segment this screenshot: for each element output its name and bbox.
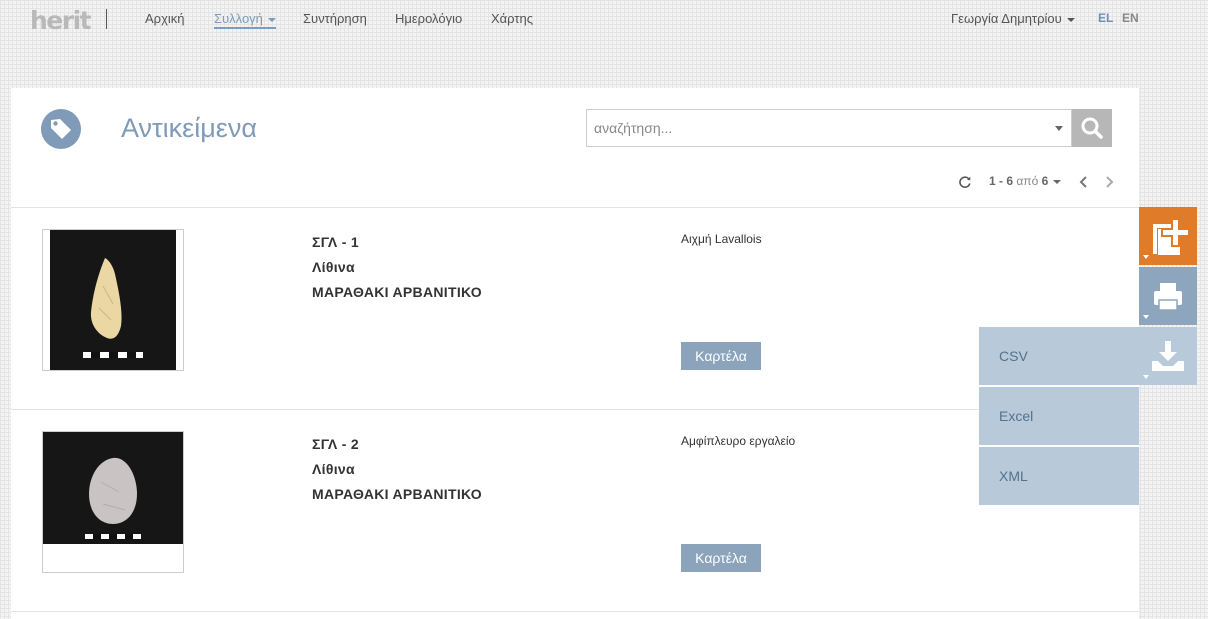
item-description: Αμφίπλευρο εργαλείο [681, 434, 796, 448]
search-button[interactable] [1072, 109, 1112, 147]
export-excel-option[interactable]: Excel [979, 387, 1139, 445]
user-menu[interactable]: Γεωργία Δημητρίου [951, 11, 1075, 26]
nav-item-collection[interactable]: Συλλογή [214, 11, 276, 29]
item-photo [50, 230, 176, 370]
tag-icon [41, 109, 81, 149]
list-item: ΣΓΛ - 2 Λίθινα ΜΑΡΑΘΑΚΙ ΑΡΒΑΝΙΤΙΚΟ Αμφίπ… [11, 410, 1139, 611]
item-site: ΜΑΡΑΘΑΚΙ ΑΡΒΑΝΙΤΙΚΟ [312, 486, 482, 502]
search-input[interactable] [587, 110, 1037, 146]
next-page-icon[interactable] [1104, 176, 1114, 188]
lang-el-link[interactable]: EL [1098, 11, 1113, 25]
pager-of: από [1016, 174, 1039, 188]
add-button[interactable] [1139, 207, 1197, 265]
chevron-down-icon [1143, 255, 1149, 259]
search-dropdown-icon[interactable] [1055, 126, 1063, 131]
prev-page-icon[interactable] [1079, 176, 1089, 188]
nav-item-calendar[interactable]: Ημερολόγιο [395, 11, 462, 26]
card-button[interactable]: Καρτέλα [681, 342, 761, 370]
item-category: Λίθινα [312, 259, 355, 275]
logo-divider [106, 9, 107, 29]
pager-range[interactable]: 1 - 6 από 6 [989, 174, 1062, 188]
chevron-down-icon [1143, 375, 1149, 379]
chevron-down-icon [1143, 315, 1149, 319]
list-item: ΣΓΛ - 1 Λίθινα ΜΑΡΑΘΑΚΙ ΑΡΒΑΝΙΤΙΚΟ Αιχμή… [11, 208, 1139, 409]
nav-item-conservation[interactable]: Συντήρηση [303, 11, 367, 26]
item-code[interactable]: ΣΓΛ - 2 [312, 432, 482, 457]
search-icon [1081, 117, 1103, 139]
pager-range-value: 1 - 6 [989, 174, 1014, 188]
item-category: Λίθινα [312, 461, 355, 477]
card-button[interactable]: Καρτέλα [681, 544, 761, 572]
divider [11, 611, 1139, 612]
chevron-down-icon [1066, 17, 1075, 22]
chevron-down-icon [1053, 179, 1062, 184]
nav-item-collection-label: Συλλογή [214, 11, 263, 26]
export-button[interactable] [1139, 327, 1197, 385]
herit-logo[interactable]: herit [30, 6, 92, 35]
refresh-icon[interactable] [958, 175, 972, 189]
item-code[interactable]: ΣΓΛ - 1 [312, 230, 482, 255]
pager-total: 6 [1041, 174, 1049, 188]
item-meta: ΣΓΛ - 1 Λίθινα ΜΑΡΑΘΑΚΙ ΑΡΒΑΝΙΤΙΚΟ [312, 230, 482, 305]
export-csv-option[interactable]: CSV [979, 327, 1139, 385]
nav-item-home[interactable]: Αρχική [145, 11, 185, 26]
chevron-down-icon [267, 17, 276, 22]
item-meta: ΣΓΛ - 2 Λίθινα ΜΑΡΑΘΑΚΙ ΑΡΒΑΝΙΤΙΚΟ [312, 432, 482, 507]
lang-en-link[interactable]: EN [1122, 11, 1139, 25]
item-description: Αιχμή Lavallois [681, 232, 762, 246]
search-box [586, 109, 1072, 147]
user-name: Γεωργία Δημητρίου [951, 11, 1062, 26]
item-site: ΜΑΡΑΘΑΚΙ ΑΡΒΑΝΙΤΙΚΟ [312, 284, 482, 300]
item-thumbnail[interactable] [42, 229, 184, 371]
page-title: Αντικείμενα [121, 113, 257, 143]
item-photo [43, 432, 183, 544]
item-thumbnail[interactable] [42, 431, 184, 573]
main-panel: Αντικείμενα 1 - 6 από 6 [11, 88, 1139, 619]
print-button[interactable] [1139, 267, 1197, 325]
export-xml-option[interactable]: XML [979, 447, 1139, 505]
top-navbar: herit Αρχική Συλλογή Συντήρηση Ημερολόγι… [0, 0, 1208, 38]
nav-item-map[interactable]: Χάρτης [491, 11, 533, 26]
